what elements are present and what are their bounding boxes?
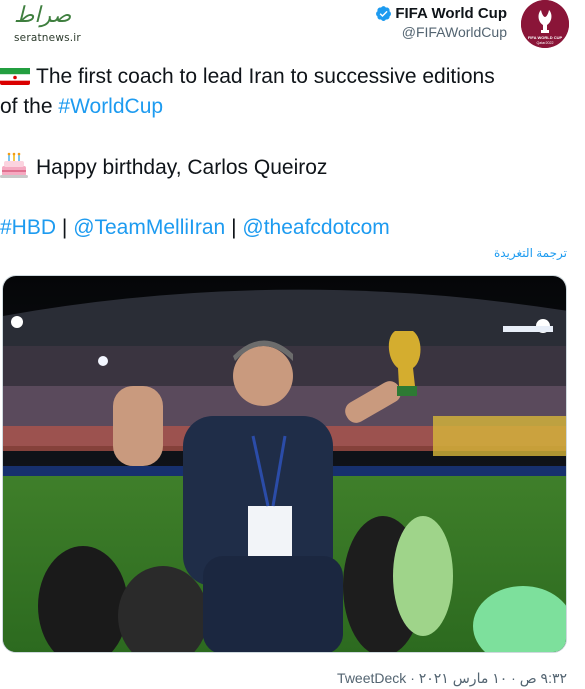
verified-badge-icon [376, 5, 392, 21]
tweet-footer: TweetDeck · ٩:٣٢ ص · ١٠ مارس ٢٠٢١ [337, 670, 567, 687]
birthday-cake-icon [0, 152, 28, 178]
tag-separator: | [61, 216, 68, 239]
tweet-line-birthday: Happy birthday, Carlos Queiroz [0, 152, 570, 183]
watermark-site-url: seratnews.ir [14, 32, 81, 44]
svg-text:FIFA WORLD CUP: FIFA WORLD CUP [528, 35, 563, 40]
tweet-body: The first coach to lead Iran to successi… [0, 62, 570, 243]
hashtag-hbd-link[interactable]: #HBD [0, 216, 56, 239]
tweet-line-1: The first coach to lead Iran to successi… [0, 62, 570, 92]
hashtag-worldcup-link[interactable]: #WorldCup [58, 95, 163, 118]
tweet-source[interactable]: TweetDeck [337, 670, 406, 686]
author-name-row[interactable]: FIFA World Cup [375, 3, 507, 23]
translate-tweet-link[interactable]: ترجمة التغريدة [494, 246, 567, 260]
mention-theafcdotcom-link[interactable]: @theafcdotcom [242, 216, 389, 239]
tweet-birthday-text: Happy birthday, Carlos Queiroz [36, 156, 328, 179]
tweet-author[interactable]: FIFA World Cup @FIFAWorldCup [375, 3, 507, 40]
author-display-name[interactable]: FIFA World Cup [395, 5, 507, 22]
tweet-text-line-1: The first coach to lead Iran to successi… [36, 65, 495, 88]
tweet-timestamp[interactable]: ٩:٣٢ ص · ١٠ مارس ٢٠٢١ [419, 670, 567, 686]
tweet-line-2: of the #WorldCup [0, 92, 570, 122]
tweet-text-line-2: of the [0, 95, 59, 118]
iran-flag-icon [0, 66, 30, 85]
stadium-celebration-photo [3, 276, 566, 652]
mention-teammelliiran-link[interactable]: @TeamMelliIran [73, 216, 225, 239]
tag-separator: | [231, 216, 237, 239]
tweet-photo[interactable] [2, 275, 567, 653]
svg-text:Qatar2022: Qatar2022 [537, 41, 554, 45]
watermark-logo-script: صراط [14, 3, 72, 28]
footer-separator: · [410, 670, 419, 686]
tweet-tags-line: #HBD | @TeamMelliIran | @theafcdotcom [0, 213, 570, 243]
site-watermark: صراط seratnews.ir [14, 4, 104, 52]
avatar[interactable]: FIFA WORLD CUP Qatar2022 [521, 0, 569, 48]
world-cup-logo-icon: FIFA WORLD CUP Qatar2022 [521, 0, 569, 48]
author-handle[interactable]: @FIFAWorldCup [375, 24, 507, 40]
